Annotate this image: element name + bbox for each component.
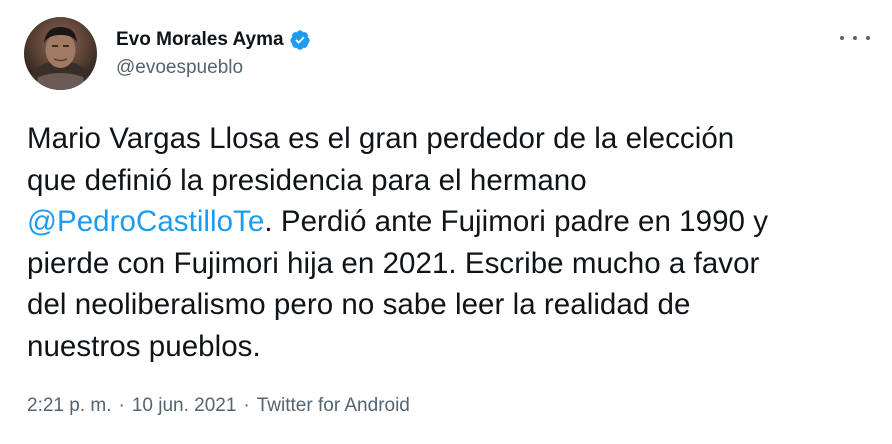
verified-badge-icon bbox=[289, 29, 311, 51]
tweet-text: Mario Vargas Llosa es el gran perdedor d… bbox=[27, 118, 877, 367]
tweet-text-line: Mario Vargas Llosa es el gran perdedor d… bbox=[27, 122, 735, 155]
tweet-card: Evo Morales Ayma @evoespueblo Mario Varg… bbox=[0, 0, 892, 444]
tweet-text-line: nuestros pueblos. bbox=[27, 329, 261, 363]
author-name-row: Evo Morales Ayma bbox=[116, 27, 311, 53]
author-info: Evo Morales Ayma @evoespueblo bbox=[116, 27, 311, 79]
tweet-time[interactable]: 2:21 p. m. bbox=[27, 395, 112, 417]
tweet-date[interactable]: 10 jun. 2021 bbox=[132, 395, 237, 417]
tweet-text-line: pierde con Fujimori hija en 2021. Escrib… bbox=[27, 246, 760, 280]
tweet-source-link[interactable]: Twitter for Android bbox=[257, 395, 410, 417]
tweet-meta: 2:21 p. m. · 10 jun. 2021 · Twitter for … bbox=[27, 395, 410, 417]
author-handle[interactable]: @evoespueblo bbox=[116, 57, 311, 79]
profile-photo-icon bbox=[30, 27, 91, 90]
tweet-text-line: que definió la presidencia para el herma… bbox=[27, 163, 587, 197]
meta-separator: · bbox=[118, 395, 125, 416]
mention-link[interactable]: @PedroCastilloTe bbox=[27, 205, 264, 238]
tweet-text-line: . Perdió ante Fujimori padre en 1990 y bbox=[264, 205, 769, 238]
tweet-text-line: del neoliberalismo pero no sabe leer la … bbox=[27, 288, 691, 321]
more-options-icon[interactable] bbox=[840, 28, 870, 48]
author-name[interactable]: Evo Morales Ayma bbox=[116, 29, 284, 51]
author-avatar[interactable] bbox=[24, 17, 97, 90]
meta-separator: · bbox=[243, 395, 250, 416]
